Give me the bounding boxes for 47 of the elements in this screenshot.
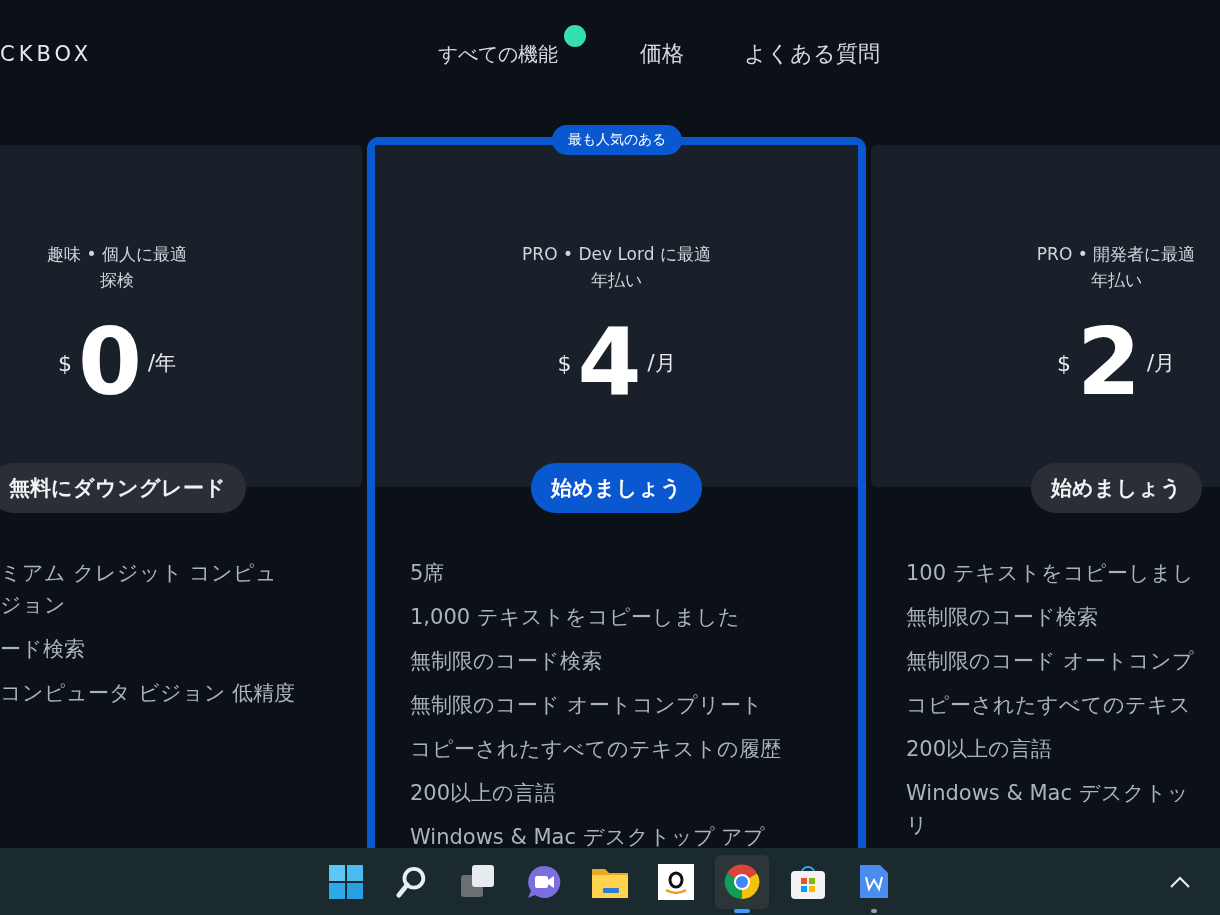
nav-link[interactable]: すべての機能	[438, 41, 558, 66]
video-chat-icon[interactable]	[526, 863, 562, 900]
logo-text[interactable]: CKBOX	[0, 42, 438, 66]
price-period: /月	[647, 350, 676, 377]
start-icon[interactable]	[328, 863, 364, 900]
plan-subtitle: 趣味 • 個人に最適	[47, 243, 187, 266]
feature-item: 5席	[410, 560, 446, 587]
feature-item: 無制限のコード オートコンプ	[906, 648, 1195, 675]
plan-button[interactable]: 始めましょう	[1030, 463, 1202, 513]
feature-item: 無制限のコード オートコンプリート	[410, 692, 764, 719]
popular-badge: 最も人気のある	[551, 125, 682, 155]
plan-subtitle: PRO • Dev Lord に最適	[522, 243, 711, 266]
feature-item: Windows & Mac デスクトッリ	[906, 780, 1190, 839]
feature-item: ミアム クレジット コンピュジョン	[0, 560, 279, 619]
nav-link[interactable]: よくある質問	[744, 41, 880, 66]
feature-item: ード検索	[0, 636, 86, 663]
feature-item: コピーされたすべてのテキストの履歴	[410, 736, 782, 763]
billing-label: 年払い	[1090, 269, 1142, 292]
smile-tile-icon[interactable]	[658, 863, 694, 900]
feature-item: コンピュータ ビジョン 低精度	[0, 680, 297, 707]
document-icon[interactable]	[858, 863, 890, 900]
feature-item: 200以上の言語	[410, 780, 558, 807]
plan-button[interactable]: 無料にダウングレード	[0, 463, 246, 513]
billing-label: 探検	[100, 269, 134, 292]
feature-item: コピーされたすべてのテキス	[906, 692, 1192, 719]
billing-label: 年払い	[591, 269, 642, 292]
chevron-up-icon[interactable]	[1170, 876, 1190, 888]
currency-symbol: $	[57, 350, 72, 376]
nav-link[interactable]: 価格	[640, 41, 684, 66]
feature-item: 1,000 テキストをコピーしました	[410, 604, 741, 631]
price-amount: 0	[77, 313, 142, 413]
shopping-bag-icon[interactable]	[790, 863, 826, 900]
feature-item: Windows & Mac デスクトップ アプ	[410, 824, 767, 851]
feature-item: 100 テキストをコピーしまし	[906, 560, 1195, 587]
price-period: /年	[147, 350, 177, 377]
feature-item: 無制限のコード検索	[906, 604, 1099, 631]
price-amount: 2	[1076, 313, 1141, 413]
price-period: /月	[1146, 350, 1176, 377]
tricolor-circle-icon[interactable]	[724, 863, 760, 900]
currency-symbol: $	[1056, 350, 1071, 376]
feature-item: 200以上の言語	[906, 736, 1054, 763]
price-amount: 4	[577, 313, 642, 413]
plan-subtitle: PRO • 開発者に最適	[1036, 243, 1196, 266]
currency-symbol: $	[557, 350, 572, 376]
feature-item: 無制限のコード検索	[410, 648, 603, 675]
plan-button[interactable]: 始めましょう	[531, 463, 702, 513]
windows-stack-icon[interactable]	[460, 863, 496, 900]
